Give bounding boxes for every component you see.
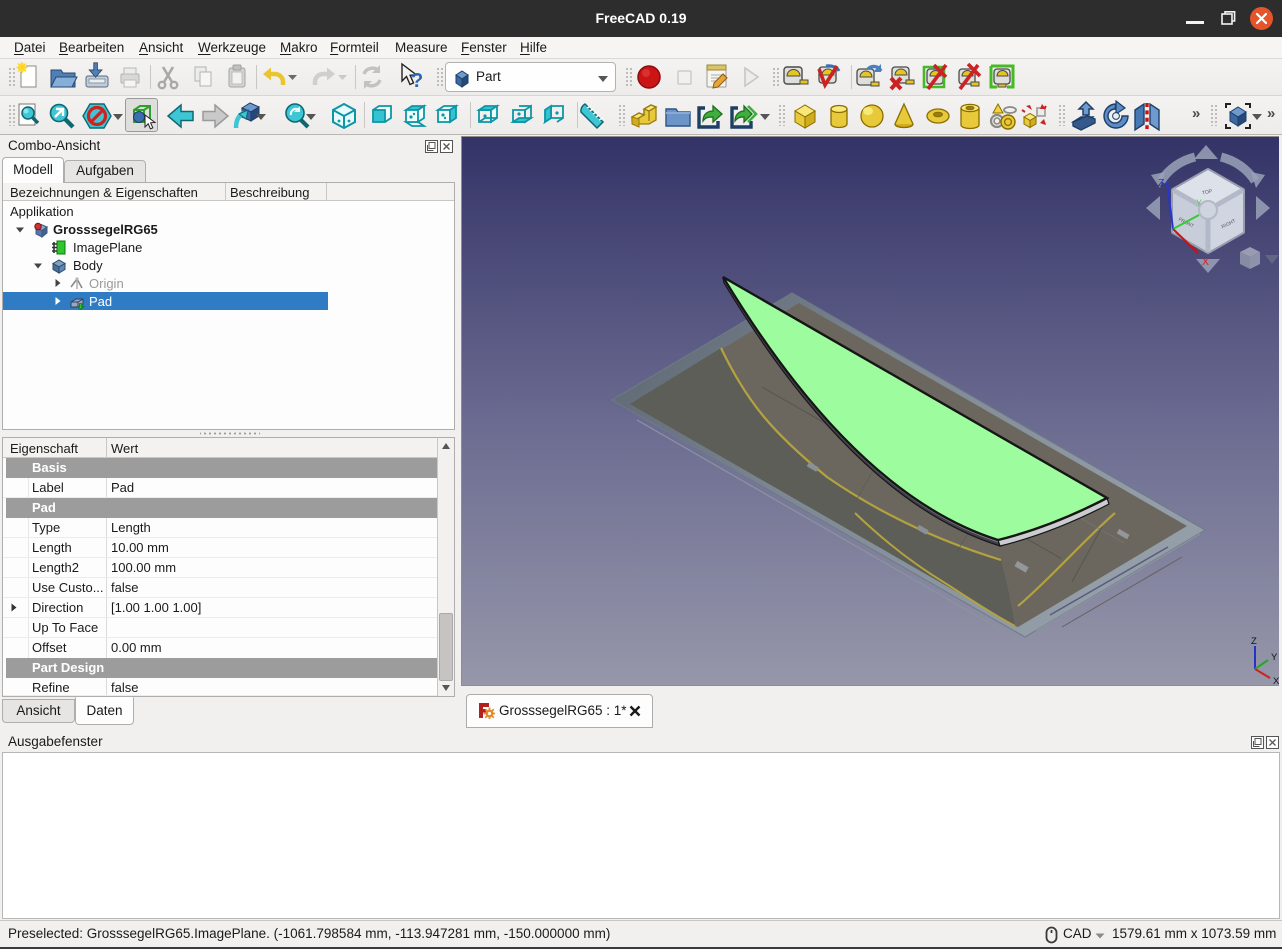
svg-text:Y: Y — [1271, 652, 1278, 663]
svg-text:?: ? — [411, 70, 423, 92]
svg-text:Z: Z — [1251, 636, 1257, 647]
svg-text:X: X — [1273, 676, 1279, 685]
svg-text:Y: Y — [1196, 198, 1202, 208]
svg-text:X: X — [1202, 256, 1209, 268]
svg-text:Z: Z — [1158, 177, 1165, 189]
